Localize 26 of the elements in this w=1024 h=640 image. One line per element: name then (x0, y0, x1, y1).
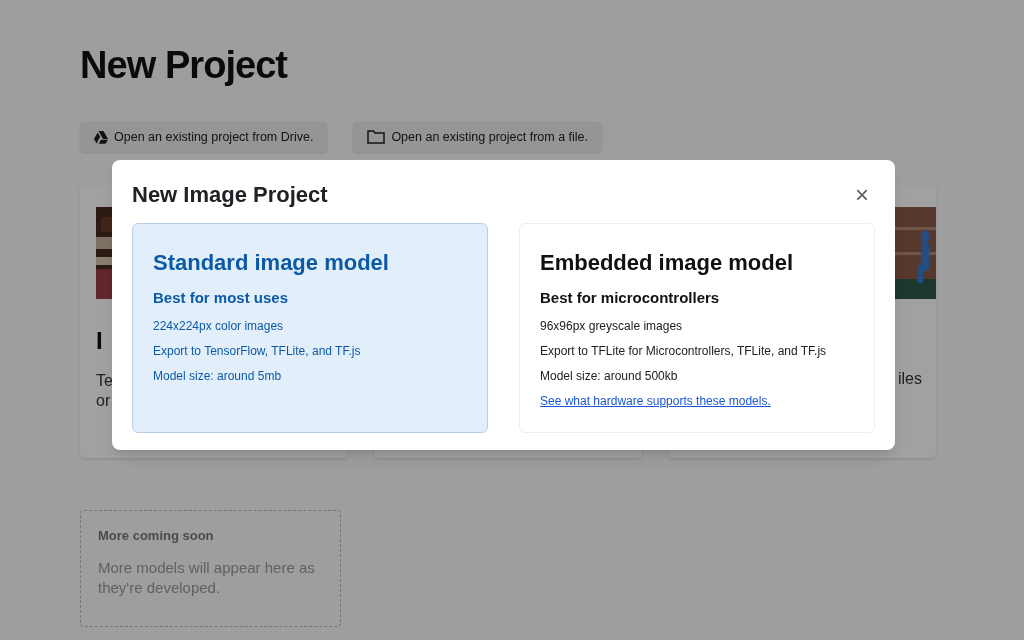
drive-icon (94, 130, 108, 144)
option-subtitle: Best for microcontrollers (540, 288, 720, 308)
open-project-button[interactable]: Open an existing project from a file. (353, 122, 602, 152)
folder-icon (367, 130, 386, 144)
page-title: New Project (80, 43, 289, 88)
card-text: iles (898, 369, 922, 389)
card-text: Te (96, 371, 113, 391)
option-detail: 96x96px greyscale images (540, 317, 684, 335)
coming-soon-title: More coming soon (98, 527, 214, 545)
option-title: Embedded image model (540, 249, 794, 277)
model-option-card[interactable]: Embedded image model Best for microcontrollers 96x96px greyscale images Export to TFLite for Microcontrollers, TFLite, and TF.js Model size: around 500kb See what hardware supports these models. (519, 223, 875, 433)
card-text: or (96, 391, 111, 411)
option-detail: Model size: around 5mb (153, 367, 283, 385)
open-project-button[interactable]: Open an existing project from Drive. (80, 122, 328, 152)
option-detail: 224x224px color images (153, 317, 285, 335)
dialog-title: New Image Project (132, 181, 328, 209)
option-subtitle: Best for most uses (153, 288, 289, 308)
option-detail: Export to TensorFlow, TFLite, and TF.js (153, 342, 361, 360)
card-title: I (96, 326, 103, 356)
close-button[interactable]: × (851, 182, 873, 207)
option-detail: Model size: around 500kb (540, 367, 679, 385)
model-option-card[interactable]: Standard image model Best for most uses 224x224px color images Export to TensorFlow, TFLite, and TF.js Model size: around 5mb (132, 223, 488, 433)
option-detail: Export to TFLite for Microcontrollers, TFLite, and TF.js (540, 342, 827, 360)
coming-soon-text: More models will appear here as they're developed. (98, 557, 316, 598)
option-title: Standard image model (153, 249, 389, 277)
hardware-link[interactable]: See what hardware supports these models. (540, 392, 771, 410)
